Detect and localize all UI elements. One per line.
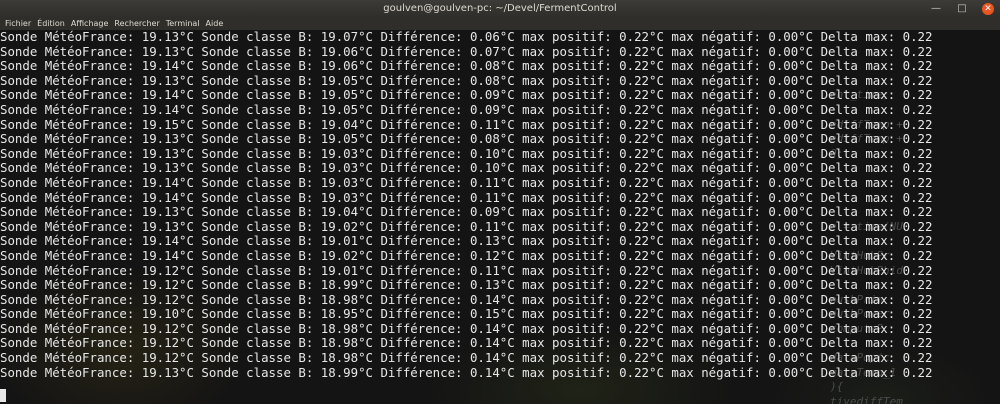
terminal-line: Sonde MétéoFrance: 19.13°C Sonde classe … (0, 364, 933, 380)
terminal-line: Sonde MétéoFrance: 19.14°C Sonde classe … (0, 87, 933, 103)
terminal-cursor (0, 389, 6, 402)
terminal-line: Sonde MétéoFrance: 19.12°C Sonde classe … (0, 350, 933, 366)
terminal-line: Sonde MétéoFrance: 19.12°C Sonde classe … (0, 320, 933, 336)
menu-edition[interactable]: Édition (34, 17, 68, 30)
terminal-line: Sonde MétéoFrance: 19.13°C Sonde classe … (0, 145, 933, 161)
menu-aide[interactable]: Aide (203, 17, 227, 30)
terminal-line: Sonde MétéoFrance: 19.13°C Sonde classe … (0, 218, 933, 234)
menu-rechercher[interactable]: Rechercher (111, 17, 162, 30)
window-title: goulven@goulven-pc: ~/Devel/FermentContr… (383, 3, 617, 14)
background-code-line: ){ (830, 380, 844, 394)
terminal-output[interactable]: ent_time; ediffTemp + ediffTemp +0; e = tim… (0, 30, 1000, 404)
menu-fichier[interactable]: Fichier (2, 17, 34, 30)
minimize-icon[interactable]: — (930, 3, 942, 15)
menu-bar: Fichier Édition Affichage Rechercher Ter… (0, 17, 1000, 30)
terminal-line: Sonde MétéoFrance: 19.14°C Sonde classe … (0, 189, 933, 205)
background-code-line: tivediffTem (830, 394, 903, 404)
terminal-line: Sonde MétéoFrance: 19.15°C Sonde classe … (0, 116, 933, 132)
terminal-line: Sonde MétéoFrance: 19.10°C Sonde classe … (0, 306, 933, 322)
title-bar[interactable]: goulven@goulven-pc: ~/Devel/FermentContr… (0, 0, 1000, 17)
terminal-line: Sonde MétéoFrance: 19.13°C Sonde classe … (0, 72, 933, 88)
terminal-line: Sonde MétéoFrance: 19.14°C Sonde classe … (0, 174, 933, 190)
terminal-lines: Sonde MétéoFrance: 19.13°C Sonde classe … (0, 30, 1000, 380)
menu-affichage[interactable]: Affichage (68, 17, 112, 30)
terminal-line: Sonde MétéoFrance: 19.14°C Sonde classe … (0, 247, 933, 263)
terminal-line: Sonde MétéoFrance: 19.13°C Sonde classe … (0, 204, 933, 220)
terminal-line: Sonde MétéoFrance: 19.14°C Sonde classe … (0, 58, 933, 74)
terminal-line: Sonde MétéoFrance: 19.12°C Sonde classe … (0, 262, 933, 278)
maximize-icon[interactable]: □ (956, 3, 968, 15)
terminal-line: Sonde MétéoFrance: 19.13°C Sonde classe … (0, 30, 933, 44)
terminal-line: Sonde MétéoFrance: 19.12°C Sonde classe … (0, 277, 933, 293)
terminal-line: Sonde MétéoFrance: 19.14°C Sonde classe … (0, 233, 933, 249)
terminal-line: Sonde MétéoFrance: 19.14°C Sonde classe … (0, 101, 933, 117)
close-icon[interactable]: ✕ (982, 2, 994, 15)
terminal-line: Sonde MétéoFrance: 19.13°C Sonde classe … (0, 131, 933, 147)
terminal-line: Sonde MétéoFrance: 19.13°C Sonde classe … (0, 160, 933, 176)
menu-terminal[interactable]: Terminal (163, 17, 203, 30)
terminal-line: Sonde MétéoFrance: 19.13°C Sonde classe … (0, 43, 933, 59)
terminal-line: Sonde MétéoFrance: 19.12°C Sonde classe … (0, 335, 933, 351)
terminal-line: Sonde MétéoFrance: 19.12°C Sonde classe … (0, 291, 933, 307)
terminal-window: goulven@goulven-pc: ~/Devel/FermentContr… (0, 0, 1000, 404)
window-controls: — □ ✕ (930, 0, 994, 17)
